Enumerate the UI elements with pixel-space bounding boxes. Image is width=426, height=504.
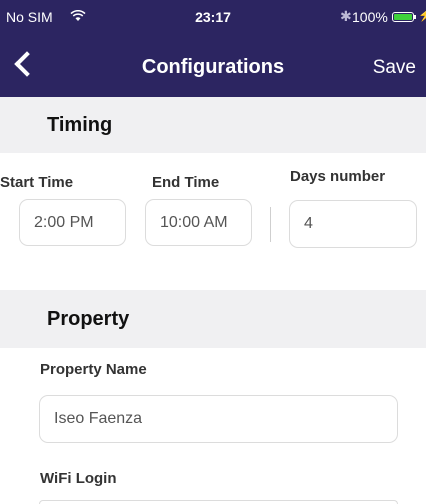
days-number-field[interactable]: 4 — [289, 200, 417, 248]
battery-tip — [414, 15, 416, 19]
navigation-bar: No SIM 23:17 ✱ 100% ⚡ Configurations Sav… — [0, 0, 426, 97]
days-number-label: Days number — [290, 168, 386, 185]
battery-icon — [392, 12, 414, 22]
property-name-label: Property Name — [40, 361, 147, 378]
save-button[interactable]: Save — [373, 57, 416, 79]
field-divider — [270, 207, 271, 242]
page-title: Configurations — [141, 56, 285, 78]
start-time-field[interactable]: 2:00 PM — [19, 199, 126, 246]
timing-section-header: Timing — [0, 97, 426, 153]
status-bar: No SIM 23:17 ✱ 100% ⚡ — [0, 0, 426, 32]
property-name-field[interactable]: Iseo Faenza — [39, 395, 398, 443]
start-time-value: 2:00 PM — [34, 213, 94, 231]
property-section-header: Property — [0, 290, 426, 348]
days-number-value: 4 — [304, 215, 313, 232]
property-name-value: Iseo Faenza — [54, 410, 143, 427]
bluetooth-icon: ✱ — [340, 8, 352, 24]
wifi-login-field[interactable] — [39, 500, 398, 504]
wifi-login-label: WiFi Login — [40, 470, 117, 487]
start-time-label: Start Time — [0, 174, 74, 191]
charging-icon: ⚡ — [418, 8, 426, 22]
end-time-field[interactable]: 10:00 AM — [145, 199, 252, 246]
end-time-label: End Time — [152, 174, 220, 191]
battery-percent: 100% — [352, 9, 388, 25]
end-time-value: 10:00 AM — [160, 213, 228, 231]
